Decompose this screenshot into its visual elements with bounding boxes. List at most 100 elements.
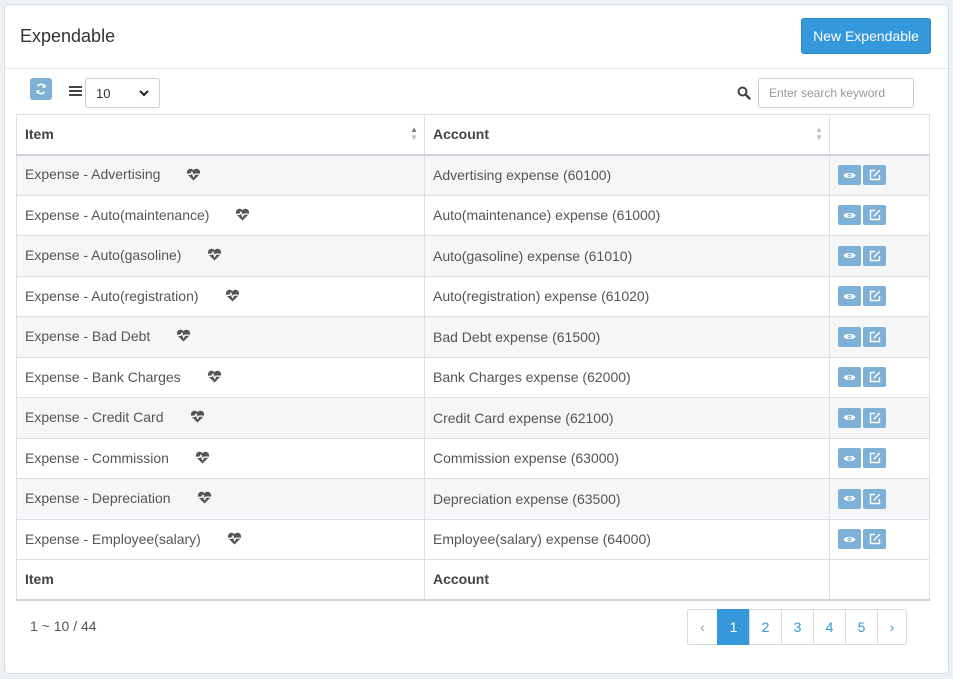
view-button[interactable] [838, 488, 861, 509]
account-cell: Credit Card expense (62100) [424, 397, 830, 439]
eye-icon [843, 251, 856, 260]
eye-icon [843, 535, 856, 544]
item-cell: Expense - Credit Card [16, 397, 425, 439]
eye-icon [843, 211, 856, 220]
eye-icon [843, 494, 856, 503]
account-cell: Advertising expense (60100) [424, 154, 830, 196]
actions-cell [829, 478, 930, 520]
heartbeat-icon [207, 370, 222, 386]
heartbeat-icon [235, 208, 250, 224]
page-button-1[interactable]: 1 [717, 609, 750, 645]
actions-cell [829, 316, 930, 358]
actions-cell [829, 437, 930, 479]
account-cell: Bad Debt expense (61500) [424, 316, 830, 358]
view-button[interactable] [838, 407, 861, 428]
search-input[interactable] [758, 78, 914, 108]
view-button[interactable] [838, 205, 861, 226]
view-button[interactable] [838, 286, 861, 307]
actions-cell [829, 194, 930, 236]
page-button-2[interactable]: 2 [749, 609, 782, 645]
view-button[interactable] [838, 367, 861, 388]
next-page-button[interactable]: › [877, 609, 907, 645]
edit-button[interactable] [863, 326, 886, 347]
footer-item: Item [16, 559, 425, 601]
table-row: Expense - Advertising Advertising expense… [16, 154, 930, 196]
edit-button[interactable] [863, 165, 886, 185]
edit-button[interactable] [863, 245, 886, 266]
view-button[interactable] [838, 448, 861, 469]
item-cell: Expense - Auto(gasoline) [16, 235, 425, 277]
refresh-button[interactable] [30, 78, 52, 100]
edit-icon [869, 412, 881, 424]
eye-icon [843, 332, 856, 341]
edit-button[interactable] [863, 205, 886, 226]
pagination-summary: 1 ~ 10 / 44 [30, 618, 97, 634]
new-expendable-button[interactable]: New Expendable [801, 18, 931, 54]
item-cell: Expense - Bank Charges [16, 356, 425, 398]
edit-button[interactable] [863, 367, 886, 388]
page-title: Expendable [20, 26, 116, 46]
eye-icon [843, 171, 856, 180]
item-cell: Expense - Employee(salary) [16, 518, 425, 560]
table-row: Expense - Depreciation Depreciation expen… [16, 478, 930, 520]
page-button-3[interactable]: 3 [781, 609, 814, 645]
heartbeat-icon [225, 289, 240, 305]
table-row: Expense - Bank Charges Bank Charges expen… [16, 356, 930, 398]
eye-icon [843, 454, 856, 463]
heartbeat-icon [186, 168, 201, 184]
edit-icon [869, 371, 881, 383]
heartbeat-icon [176, 329, 191, 345]
actions-cell [829, 518, 930, 560]
edit-button[interactable] [863, 488, 886, 509]
chevron-down-icon [139, 89, 149, 96]
edit-icon [869, 169, 881, 181]
account-cell: Auto(gasoline) expense (61010) [424, 235, 830, 277]
list-icon [69, 86, 82, 97]
prev-page-button[interactable]: ‹ [687, 609, 718, 645]
eye-icon [843, 292, 856, 301]
table-row: Expense - Employee(salary) Employee(salar… [16, 518, 930, 560]
account-cell: Bank Charges expense (62000) [424, 356, 830, 398]
footer-actions [829, 559, 930, 601]
item-name: Expense - Auto(gasoline) [25, 247, 182, 264]
page-button-5[interactable]: 5 [845, 609, 878, 645]
refresh-icon [36, 83, 46, 95]
column-header-item[interactable]: Item ▲ ▼ [16, 114, 425, 156]
sort-icon: ▲ ▼ [410, 125, 418, 143]
view-button[interactable] [838, 326, 861, 347]
actions-cell [829, 235, 930, 277]
eye-icon [843, 413, 856, 422]
item-name: Expense - Credit Card [25, 409, 164, 426]
edit-icon [869, 290, 881, 302]
view-button[interactable] [838, 529, 861, 550]
edit-button[interactable] [863, 407, 886, 428]
column-header-account[interactable]: Account ▲ ▼ [424, 114, 830, 156]
view-button[interactable] [838, 245, 861, 266]
heartbeat-icon [197, 491, 212, 507]
item-cell: Expense - Bad Debt [16, 316, 425, 358]
page-size-value: 10 [96, 85, 111, 101]
item-cell: Expense - Advertising [16, 154, 425, 196]
table-row: Expense - Auto(registration) Auto(registr… [16, 275, 930, 317]
item-cell: Expense - Auto(maintenance) [16, 194, 425, 236]
expendable-table: Item ▲ ▼ Account ▲ ▼ Expense - Advertising… [16, 114, 930, 601]
edit-button[interactable] [863, 448, 886, 469]
sort-icon: ▲ ▼ [815, 125, 823, 143]
actions-cell [829, 154, 930, 196]
edit-button[interactable] [863, 529, 886, 550]
item-name: Expense - Bank Charges [25, 368, 181, 385]
actions-cell [829, 275, 930, 317]
view-button[interactable] [838, 165, 861, 185]
pagination: ‹ 1 2 3 4 5 › [687, 609, 907, 645]
account-cell: Auto(registration) expense (61020) [424, 275, 830, 317]
edit-icon [869, 331, 881, 343]
heartbeat-icon [195, 451, 210, 467]
account-cell: Depreciation expense (63500) [424, 478, 830, 520]
item-name: Expense - Employee(salary) [25, 530, 201, 547]
edit-icon [869, 250, 881, 262]
page-button-4[interactable]: 4 [813, 609, 846, 645]
page-size-select[interactable]: 10 [85, 78, 160, 108]
actions-cell [829, 397, 930, 439]
edit-icon [869, 452, 881, 464]
edit-button[interactable] [863, 286, 886, 307]
